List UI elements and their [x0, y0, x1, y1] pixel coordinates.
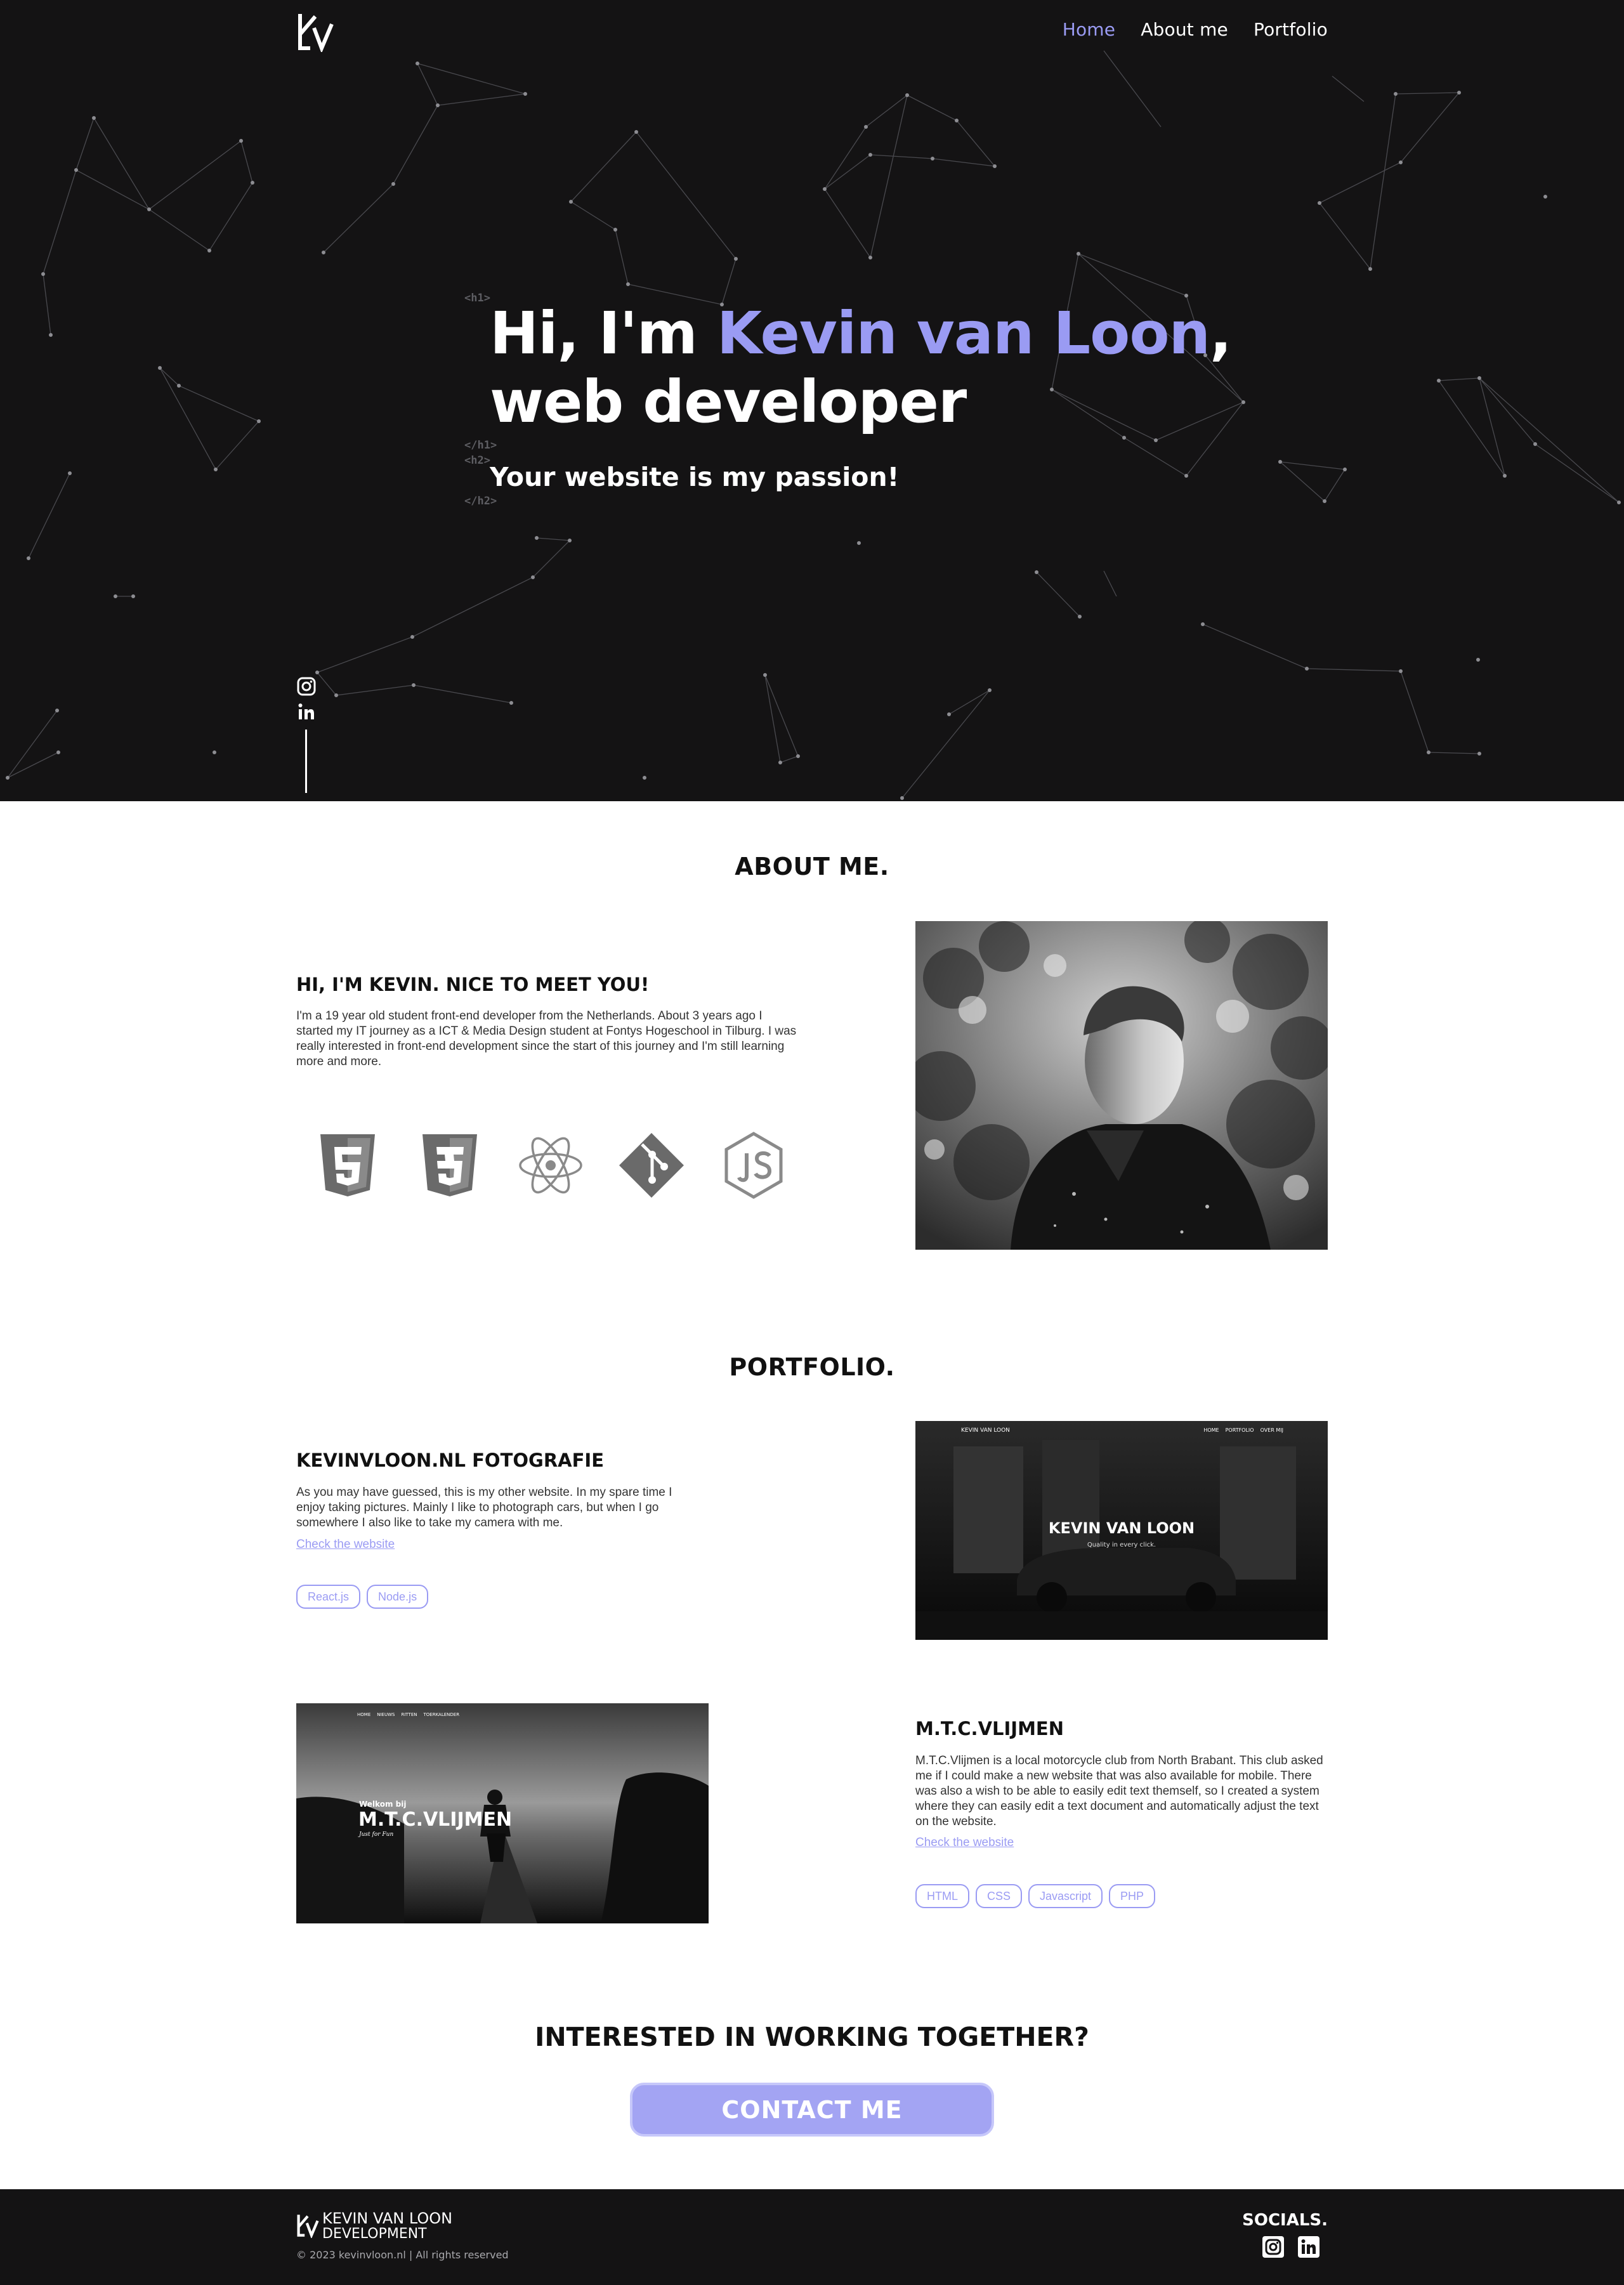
hero-title-prefix: Hi, I'm [490, 299, 717, 367]
preview-welcome: Welkom bij [359, 1800, 407, 1809]
profile-photo [915, 921, 1328, 1250]
nav-about-me[interactable]: About me [1141, 19, 1228, 40]
instagram-icon[interactable] [1262, 2236, 1285, 2258]
hero-title-comma: , [1210, 299, 1232, 367]
preview-nav-item: HOME [357, 1712, 371, 1717]
tag-chip: CSS [976, 1884, 1023, 1908]
project-text-kevinvloon: As you may have guessed, this is my othe… [296, 1486, 672, 1529]
footer-socials-title: SOCIALS. [1242, 2211, 1328, 2230]
linkedin-icon[interactable] [1297, 2236, 1320, 2258]
tag-chip: React.js [296, 1585, 361, 1609]
hero-subtitle: Your website is my passion! [490, 462, 900, 492]
nodejs-icon [724, 1132, 783, 1199]
about-text: I'm a 19 year old student front-end deve… [296, 1009, 797, 1068]
linkedin-icon[interactable] [296, 702, 317, 722]
portfolio-section-title: PORTFOLIO. [729, 1353, 895, 1381]
tag-chip: Node.js [367, 1585, 429, 1609]
h1-close-tag: </h1> [464, 439, 497, 452]
project-link-mtcvlijmen[interactable]: Check the website [915, 1836, 1014, 1850]
main-nav: Home About me Portfolio [1063, 19, 1328, 40]
preview-headline: KEVIN VAN LOON [1048, 1519, 1195, 1537]
css3-icon [422, 1134, 477, 1196]
preview-nav-item: TOERKALENDER [423, 1712, 460, 1717]
hero-title-name: Kevin van Loon [716, 299, 1210, 367]
footer-copyright: © 2023 kevinvloon.nl | All rights reserv… [296, 2249, 509, 2261]
footer-brand-subtitle: DEVELOPMENT [322, 2226, 427, 2242]
about-section-title: ABOUT ME. [735, 853, 889, 881]
project-preview-kevinvloon[interactable]: KEVIN VAN LOON HOME PORTFOLIO OVER MIJ K… [915, 1421, 1328, 1640]
tag-chip: Javascript [1028, 1884, 1103, 1908]
preview-tagline: Quality in every click. [1087, 1542, 1156, 1548]
preview-tagline: Just for Fun [359, 1831, 394, 1838]
preview-nav: HOME NIEUWS RITTEN TOERKALENDER [357, 1712, 459, 1717]
h2-open-tag: <h2> [464, 454, 490, 467]
nav-home[interactable]: Home [1063, 19, 1116, 40]
site-footer [0, 2189, 1624, 2285]
preview-nav: HOME PORTFOLIO OVER MIJ [1203, 1427, 1283, 1433]
react-icon [519, 1137, 582, 1194]
hero-title-line2: web developer [490, 368, 967, 436]
project-link-kevinvloon[interactable]: Check the website [296, 1538, 395, 1552]
project-tags-kevinvloon: React.js Node.js [296, 1585, 429, 1609]
html5-icon [320, 1134, 375, 1196]
project-text-mtcvlijmen: M.T.C.Vlijmen is a local motorcycle club… [915, 1754, 1323, 1828]
project-title-kevinvloon: KEVINVLOON.NL FOTOGRAFIE [296, 1450, 604, 1471]
preview-nav-item: PORTFOLIO [1225, 1427, 1254, 1433]
tag-chip: PHP [1109, 1884, 1156, 1908]
about-heading: HI, I'M KEVIN. NICE TO MEET YOU! [296, 974, 650, 995]
git-icon [619, 1133, 684, 1198]
project-preview-mtcvlijmen[interactable]: HOME NIEUWS RITTEN TOERKALENDER Welkom b… [296, 1703, 709, 1923]
preview-nav-item: HOME [1203, 1427, 1219, 1433]
hero-title: Hi, I'm Kevin van Loon, web developer [490, 299, 1232, 436]
tag-chip: HTML [915, 1884, 969, 1908]
preview-nav-item: NIEUWS [377, 1712, 395, 1717]
social-divider-line [305, 730, 307, 793]
h1-open-tag: <h1> [464, 292, 490, 304]
project-tags-mtcvlijmen: HTML CSS Javascript PHP [915, 1884, 1156, 1908]
hero-section: Home About me Portfolio <h1> Hi, I'm Kev… [0, 0, 1624, 801]
footer-logo[interactable] [296, 2213, 319, 2238]
preview-nav-item: OVER MIJ [1260, 1427, 1283, 1433]
footer-brand-name: KEVIN VAN LOON [322, 2210, 453, 2227]
preview-logo: KEVIN VAN LOON [961, 1427, 1010, 1434]
h2-close-tag: </h2> [464, 495, 497, 507]
contact-me-button[interactable]: CONTACT ME [630, 2083, 994, 2137]
site-logo[interactable] [296, 11, 334, 52]
preview-nav-item: RITTEN [401, 1712, 417, 1717]
preview-headline: M.T.C.VLIJMEN [358, 1809, 513, 1831]
hero-social-links [296, 676, 317, 727]
cta-title: INTERESTED IN WORKING TOGETHER? [535, 2022, 1089, 2052]
instagram-icon[interactable] [296, 676, 317, 697]
nav-portfolio[interactable]: Portfolio [1254, 19, 1328, 40]
project-title-mtcvlijmen: M.T.C.VLIJMEN [915, 1718, 1064, 1739]
